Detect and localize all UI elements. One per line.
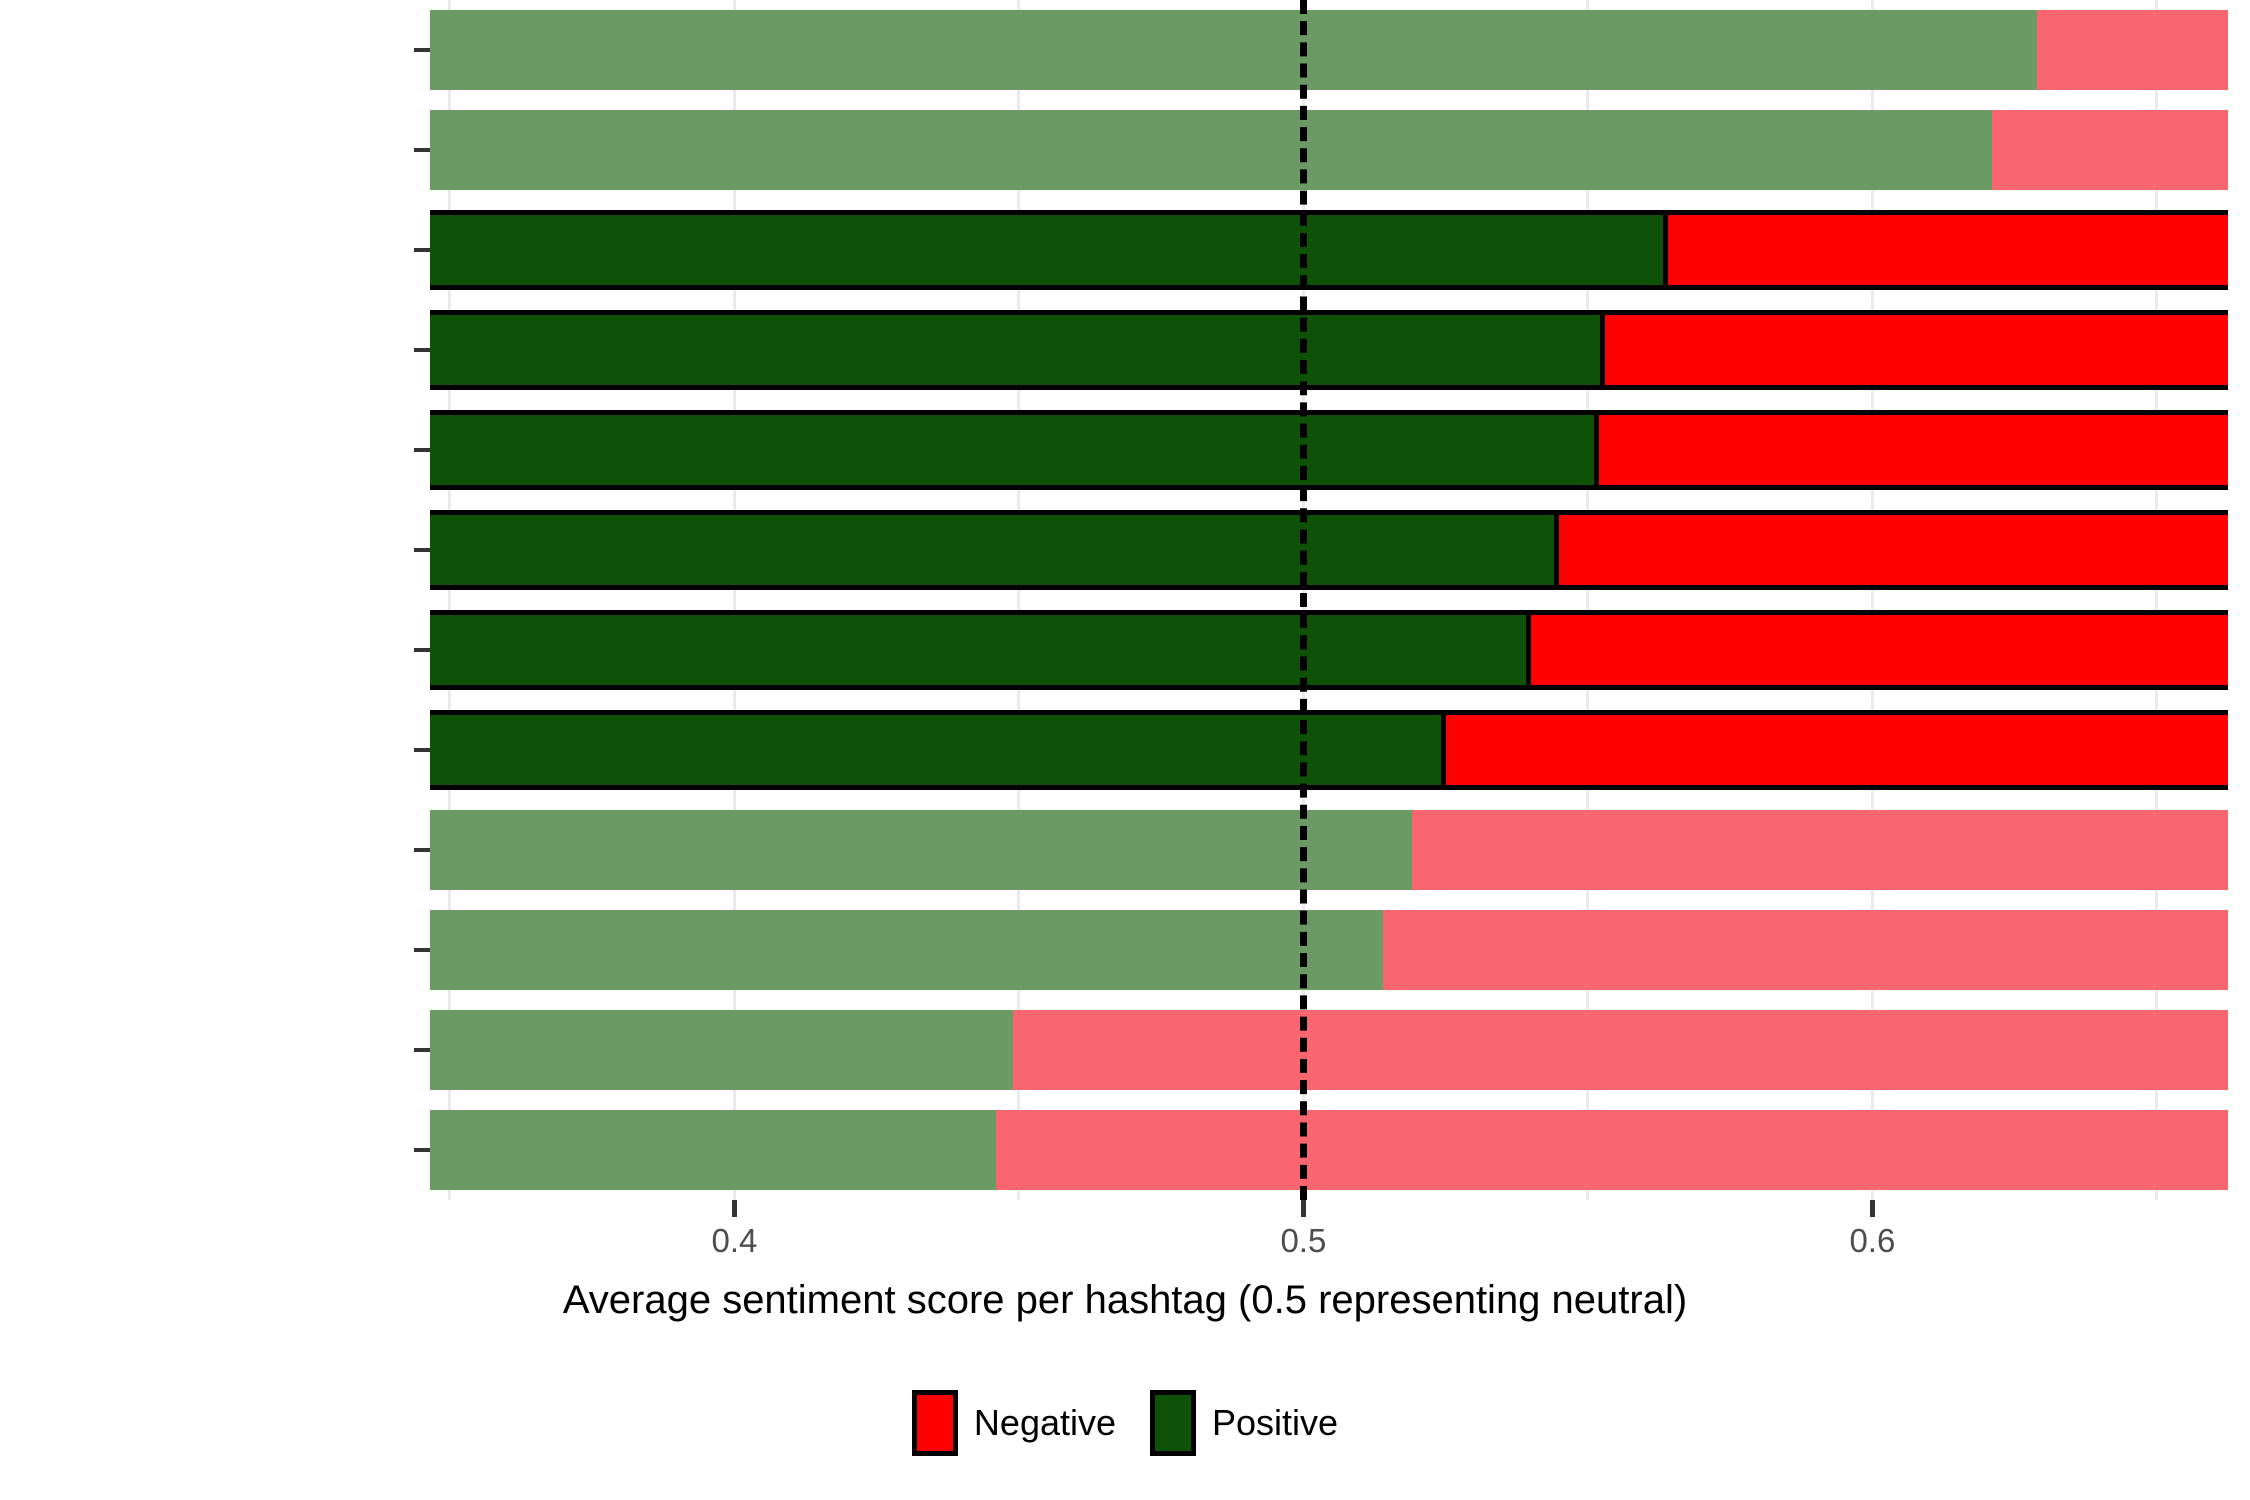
legend-swatch-positive [1150, 1390, 1197, 1456]
bar-row [430, 1010, 2228, 1090]
bar-segment-positive [430, 110, 1992, 190]
bar-segment-negative [1445, 715, 2228, 785]
bar-row [430, 10, 2228, 90]
bar-segment-negative [1599, 415, 2228, 485]
bar-segment-positive [430, 10, 2038, 90]
bar-row [430, 410, 2228, 490]
bar-segment-negative [1013, 1010, 2228, 1090]
bar-segment-positive [430, 315, 1605, 385]
y-axis-tick [414, 648, 430, 652]
bar-segment-negative [1559, 515, 2228, 585]
y-axis-tick [414, 548, 430, 552]
bar-row [430, 710, 2228, 790]
bar-row [430, 210, 2228, 290]
bar-row [430, 510, 2228, 590]
bar-segment-negative [1991, 110, 2228, 190]
bar-segment-negative [1530, 615, 2228, 685]
plot-panel [430, 0, 2228, 1200]
y-axis-tick [414, 348, 430, 352]
x-axis-title: Average sentiment score per hashtag (0.5… [562, 1278, 1688, 1322]
legend-item-positive[interactable]: Positive [1150, 1390, 1338, 1456]
bar-segment-negative [1383, 910, 2228, 990]
bar-segment-positive [430, 415, 1600, 485]
neutral-reference-line [1300, 0, 1308, 1200]
bar-segment-positive [430, 1110, 997, 1190]
y-axis-tick [414, 848, 430, 852]
x-axis-tick [732, 1200, 738, 1217]
y-axis-tick [414, 1048, 430, 1052]
legend-item-negative[interactable]: Negative [911, 1390, 1117, 1456]
bar-segment-negative [1411, 810, 2228, 890]
bar-segment-negative [1667, 215, 2228, 285]
bar-row [430, 1110, 2228, 1190]
bar-segment-negative [1604, 315, 2228, 385]
y-axis-tick [414, 1148, 430, 1152]
sentiment-bar-chart: 0.4 0.5 0.6 Average sentiment score per ha… [0, 0, 2250, 1500]
bar-segment-positive [430, 1010, 1014, 1090]
bar-row [430, 810, 2228, 890]
x-axis-tick-label: 0.4 [711, 1222, 758, 1259]
legend-label: Negative [973, 1402, 1117, 1443]
bar-segment-negative [2037, 10, 2228, 90]
x-axis-tick-label: 0.6 [1849, 1222, 1896, 1259]
legend-label: Positive [1212, 1402, 1339, 1443]
y-axis-tick [414, 448, 430, 452]
bar-row [430, 910, 2228, 990]
x-axis-tick-label: 0.5 [1280, 1222, 1327, 1259]
bar-row [430, 110, 2228, 190]
bar-segment-positive [430, 810, 1412, 890]
y-axis-tick [414, 48, 430, 52]
legend-swatch-negative [911, 1390, 958, 1456]
y-axis-tick [414, 948, 430, 952]
bar-segment-positive [430, 215, 1668, 285]
bar-segment-negative [996, 1110, 2228, 1190]
y-axis-tick [414, 248, 430, 252]
x-axis-tick [1301, 1200, 1307, 1217]
bar-row [430, 310, 2228, 390]
bar-segment-positive [430, 715, 1446, 785]
bar-row [430, 610, 2228, 690]
chart-legend: Negative Positive [0, 1390, 2250, 1456]
y-axis-tick [414, 148, 430, 152]
bar-segment-positive [430, 910, 1384, 990]
x-axis-tick [1870, 1200, 1876, 1217]
bar-segment-positive [430, 515, 1560, 585]
bar-segment-positive [430, 615, 1531, 685]
y-axis-tick [414, 748, 430, 752]
